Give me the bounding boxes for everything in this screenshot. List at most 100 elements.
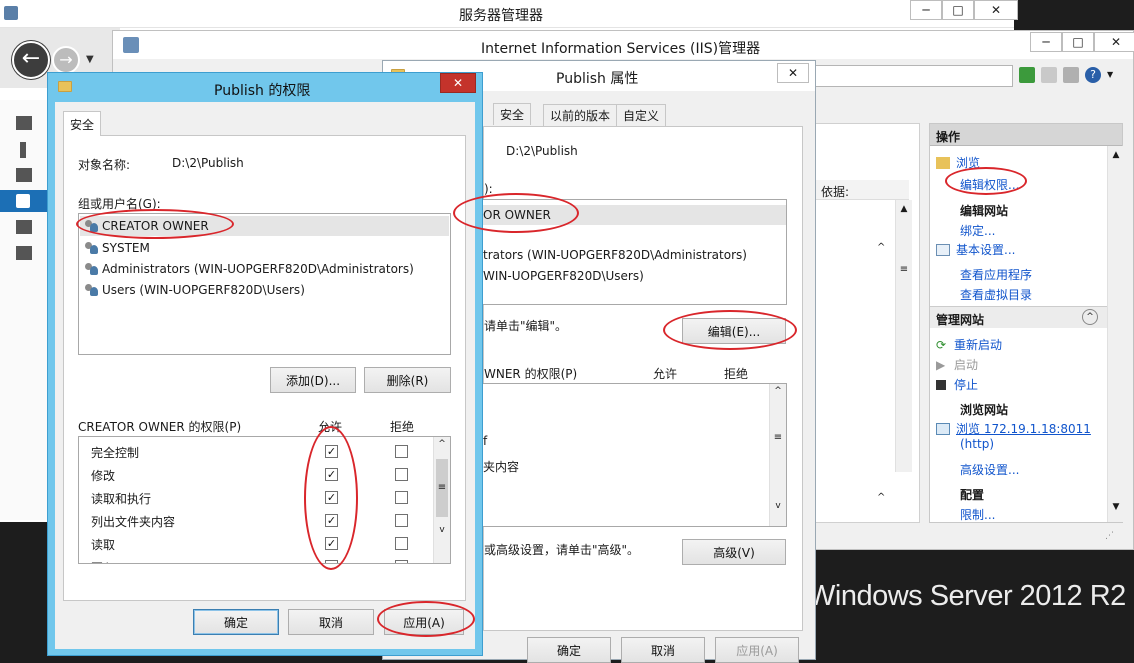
user-group-icon	[84, 283, 100, 297]
sidebar-item-wsus-icon[interactable]	[16, 220, 32, 234]
settings-icon	[936, 244, 950, 256]
actions-header: 操作	[930, 124, 1122, 146]
perm-tab-security[interactable]: 安全	[63, 111, 102, 136]
refresh-icon[interactable]	[1019, 67, 1035, 83]
props-title: Publish 属性	[556, 71, 639, 87]
basic-settings-action[interactable]: 基本设置...	[936, 241, 1015, 258]
perm-titlebar: Publish 的权限 ✕	[48, 73, 482, 101]
perm-user-row[interactable]: Administrators (WIN-UOPGERF820D\Administ…	[80, 259, 449, 279]
deny-checkbox[interactable]	[395, 468, 408, 481]
browse-url-action[interactable]: 浏览 172.19.1.18:8011	[936, 420, 1091, 437]
basic-settings-link[interactable]: 基本设置...	[956, 243, 1015, 257]
stop-icon	[936, 380, 946, 390]
sidebar-item-dashboard-icon[interactable]	[16, 116, 32, 130]
collapse-icon[interactable]: ^	[1082, 309, 1098, 325]
sidebar-item-all-servers-icon[interactable]	[16, 168, 32, 182]
browse-action[interactable]: 浏览	[936, 154, 980, 171]
close-button[interactable]: ✕	[1094, 32, 1134, 52]
perm-user-row[interactable]: SYSTEM	[80, 238, 449, 258]
minimize-button[interactable]: ─	[1030, 32, 1062, 52]
props-tab-custom[interactable]: 自定义	[616, 104, 667, 126]
allow-checkbox[interactable]: ✓	[325, 560, 338, 563]
back-arrow-icon[interactable]: ←	[12, 41, 50, 79]
scroll-up-arrow-icon[interactable]: ^	[877, 492, 885, 503]
allow-checkbox[interactable]: ✓	[325, 537, 338, 550]
cancel-button[interactable]: 取消	[288, 609, 374, 635]
props-tab-security[interactable]: 安全	[493, 103, 532, 125]
perm-user-name: Users (WIN-UOPGERF820D\Users)	[102, 283, 305, 297]
view-vdirs-link[interactable]: 查看虚拟目录	[960, 286, 1032, 303]
browse-url-link[interactable]: 浏览 172.19.1.18:8011	[956, 422, 1091, 436]
props-tab-previous-versions[interactable]: 以前的版本	[543, 104, 618, 126]
close-button[interactable]: ✕	[974, 0, 1018, 20]
perm-close-button[interactable]: ✕	[440, 73, 476, 93]
add-user-button[interactable]: 添加(D)...	[270, 367, 356, 393]
allow-checkbox[interactable]: ✓	[325, 468, 338, 481]
perm-title: Publish 的权限	[214, 83, 311, 99]
apply-button[interactable]: 应用(A)	[384, 609, 464, 635]
props-advanced-button[interactable]: 高级(V)	[682, 539, 786, 565]
props-cancel-button[interactable]: 取消	[621, 637, 705, 663]
permission-row: 完全控制 ✓	[79, 441, 431, 463]
bindings-link[interactable]: 绑定...	[960, 222, 995, 239]
props-permission-list: f 夹内容 ^ ≡ v	[482, 383, 787, 527]
limits-link[interactable]: 限制...	[960, 506, 995, 523]
minimize-button[interactable]: ─	[910, 0, 942, 20]
restart-link[interactable]: 重新启动	[954, 338, 1002, 352]
config-header: 配置	[960, 488, 985, 502]
edit-permissions-link[interactable]: 编辑权限...	[960, 176, 1019, 193]
advanced-settings-link[interactable]: 高级设置...	[960, 461, 1019, 478]
deny-checkbox[interactable]	[395, 445, 408, 458]
view-apps-link[interactable]: 查看应用程序	[960, 266, 1032, 283]
forward-arrow-icon[interactable]: →	[52, 46, 80, 74]
ok-button[interactable]: 确定	[193, 609, 279, 635]
props-ok-button[interactable]: 确定	[527, 637, 611, 663]
props-user-row-selected[interactable]: OR OWNER	[483, 205, 786, 225]
perm-user-row[interactable]: Users (WIN-UOPGERF820D\Users)	[80, 280, 449, 300]
deny-checkbox[interactable]	[395, 560, 408, 563]
sidebar-item-file-services-icon[interactable]	[16, 246, 32, 260]
props-edit-button[interactable]: 编辑(E)...	[682, 318, 786, 344]
allow-checkbox[interactable]: ✓	[325, 491, 338, 504]
allow-checkbox[interactable]: ✓	[325, 445, 338, 458]
iis-address-bar[interactable]	[813, 65, 1013, 87]
browse-link[interactable]: 浏览	[956, 156, 980, 170]
help-icon[interactable]: ?	[1085, 67, 1101, 83]
perm-scroll-thumb[interactable]: ≡	[436, 459, 448, 517]
content-sort-label: 依据:	[821, 185, 850, 199]
deny-checkbox[interactable]	[395, 537, 408, 550]
stop-link[interactable]: 停止	[954, 378, 978, 392]
home-icon[interactable]	[1063, 67, 1079, 83]
history-dropdown-icon[interactable]: ▼	[86, 54, 94, 65]
publish-permissions-dialog: Publish 的权限 ✕ 安全 对象名称: D:\2\Publish 组或用户…	[47, 72, 483, 656]
user-group-icon	[84, 219, 100, 233]
user-group-icon	[84, 262, 100, 276]
restart-action[interactable]: ⟳ 重新启动	[936, 336, 1002, 353]
perm-list-scrollbar[interactable]: ^ ≡ v	[433, 437, 450, 563]
deny-checkbox[interactable]	[395, 491, 408, 504]
scroll-up-arrow-icon[interactable]: ^	[877, 242, 885, 253]
sidebar-item-iis-selected[interactable]	[0, 190, 50, 212]
help-dropdown-icon[interactable]: ▼	[1107, 67, 1113, 83]
perm-user-name: Administrators (WIN-UOPGERF820D\Administ…	[102, 262, 414, 276]
browse-url-protocol[interactable]: (http)	[960, 437, 994, 451]
permission-name: 列出文件夹内容	[91, 515, 176, 529]
props-user-row[interactable]: WIN-UOPGERF820D\Users)	[483, 269, 644, 283]
props-perm-scrollbar[interactable]: ^ ≡ v	[769, 384, 786, 526]
actions-scrollbar[interactable]: ▲ ▼	[1107, 146, 1124, 522]
props-close-button[interactable]: ✕	[777, 63, 809, 83]
restart-icon: ⟳	[936, 338, 947, 352]
allow-checkbox[interactable]: ✓	[325, 514, 338, 527]
server-manager-window-controls: ─ □ ✕	[910, 0, 1018, 20]
deny-checkbox[interactable]	[395, 514, 408, 527]
remove-user-button[interactable]: 删除(R)	[364, 367, 451, 393]
resize-grip-icon[interactable]: ⋰	[1105, 531, 1114, 541]
maximize-button[interactable]: □	[942, 0, 974, 20]
sidebar-item-local-server-icon[interactable]	[20, 142, 26, 158]
maximize-button[interactable]: □	[1062, 32, 1094, 52]
perm-user-row-selected[interactable]: CREATOR OWNER	[80, 216, 449, 236]
stop-icon[interactable]	[1041, 67, 1057, 83]
stop-action[interactable]: 停止	[936, 376, 978, 393]
content-scrollbar[interactable]: ▲ ≡	[895, 200, 912, 472]
props-user-row[interactable]: trators (WIN-UOPGERF820D\Administrators)	[483, 248, 747, 262]
